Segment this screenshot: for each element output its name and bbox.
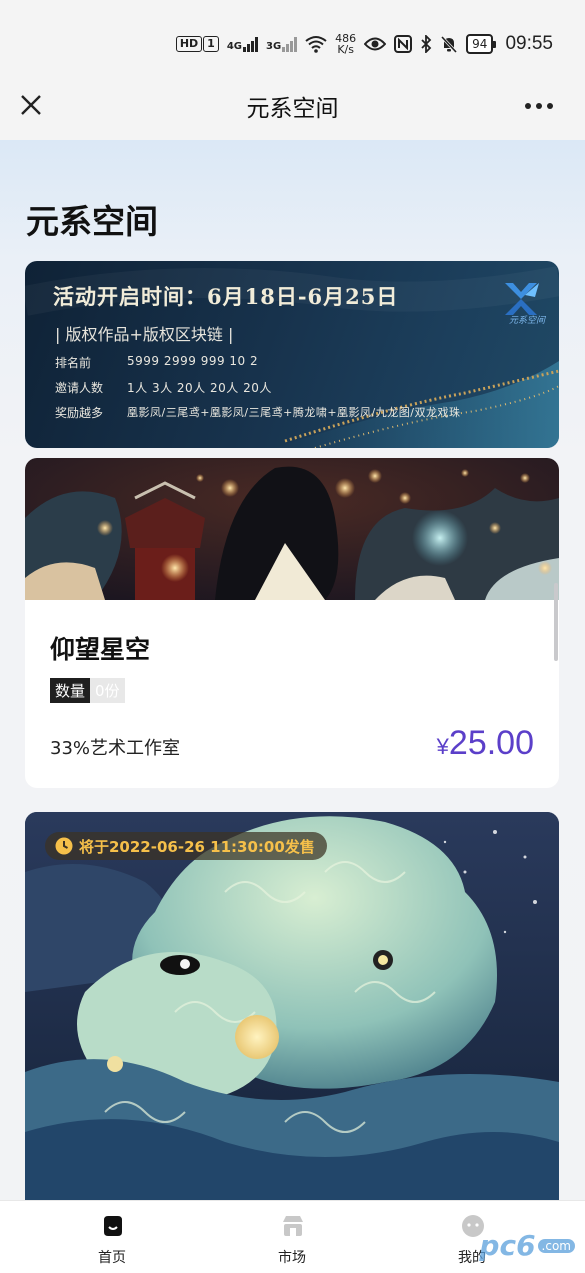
- mute-bell-icon: [441, 35, 458, 53]
- net1-label: 4G: [226, 41, 242, 52]
- scrollbar[interactable]: [554, 583, 558, 661]
- battery-icon: 94: [466, 34, 497, 54]
- banner-row-key: 邀请人数: [55, 381, 104, 395]
- event-banner[interactable]: 活动开启时间：6月18日-6月25日 | 版权作品+版权区块链 | 排名前 59…: [25, 261, 559, 448]
- status-icons: HD 1 4G 3G 486 K/s 94 09:55: [175, 30, 553, 58]
- banner-row-invite: 邀请人数 1人 3人 20人 20人 20人: [55, 379, 272, 396]
- signal-3g-icon: 3G: [266, 36, 298, 52]
- bluetooth-icon: [421, 35, 432, 53]
- market-icon: [283, 1216, 303, 1236]
- nft-card-upcoming[interactable]: 将于2022-06-26 11:30:00发售: [25, 812, 559, 1200]
- brand-logo-text: 元系空间: [508, 316, 545, 326]
- signal-4g-icon: 4G: [227, 36, 258, 52]
- wifi-icon: [305, 36, 327, 53]
- nav-title: 元系空间: [246, 96, 339, 122]
- tab-label: 首页: [98, 1250, 126, 1266]
- sale-time-badge: 将于2022-06-26 11:30:00发售: [45, 832, 327, 860]
- price: ¥25.00: [437, 724, 534, 763]
- watermark-logo: pc6 .com: [479, 1229, 575, 1262]
- banner-row-value: 凰影凤/三尾鸢+凰影凤/三尾鸢+腾龙啸+凰影凤/九龙图/双龙戏珠: [127, 406, 461, 419]
- nft-card[interactable]: 仰望星空 数量 0份 33%艺术工作室 ¥25.00: [25, 458, 559, 788]
- quantity-label: 数量: [50, 678, 91, 703]
- hd-sub-label: 1: [203, 36, 219, 52]
- nfc-icon: [394, 35, 413, 53]
- status-bar: HD 1 4G 3G 486 K/s 94 09:55: [0, 0, 585, 72]
- main-content: 元系空间 活动开启时间：6月18日-6月25日 | 版权作品+版权区块链 | 排…: [0, 140, 585, 1200]
- eye-icon: [364, 37, 387, 51]
- quantity-value: 0份: [90, 678, 125, 703]
- artwork-title: 仰望星空: [50, 635, 151, 664]
- tab-market[interactable]: 市场: [232, 1201, 352, 1273]
- sale-time-text: 将于2022-06-26 11:30:00发售: [79, 837, 315, 856]
- banner-row-key: 排名前: [55, 356, 92, 370]
- tab-home[interactable]: 首页: [52, 1201, 172, 1273]
- artwork-image: [25, 812, 559, 1200]
- speed-unit: K/s: [337, 43, 354, 56]
- banner-row-value: 1人 3人 20人 20人 20人: [127, 381, 272, 395]
- price-amount: 25.00: [448, 724, 534, 762]
- page-title: 元系空间: [26, 202, 158, 241]
- clock: 09:55: [505, 33, 553, 54]
- close-icon[interactable]: [16, 90, 46, 120]
- banner-row-reward: 奖励越多 凰影凤/三尾鸢+凰影凤/三尾鸢+腾龙啸+凰影凤/九龙图/双龙戏珠: [55, 404, 460, 421]
- creator-name: 33%艺术工作室: [50, 738, 181, 759]
- price-currency: ¥: [436, 734, 449, 759]
- bottom-tab-bar: 首页 市场 我的 pc6 .com: [0, 1200, 585, 1273]
- banner-row-key: 奖励越多: [55, 406, 104, 420]
- watermark-text: pc6: [479, 1229, 536, 1262]
- banner-row-rank: 排名前 5999 2999 999 10 2: [55, 354, 258, 371]
- banner-row-value: 5999 2999 999 10 2: [127, 354, 259, 368]
- net2-label: 3G: [266, 41, 282, 52]
- tab-label: 市场: [278, 1250, 306, 1266]
- more-icon[interactable]: [525, 94, 561, 118]
- banner-subtitle: | 版权作品+版权区块链 |: [55, 325, 234, 344]
- hd-label: HD: [175, 36, 203, 52]
- artwork-image: [25, 458, 559, 600]
- hd-indicator: HD 1: [175, 36, 219, 52]
- clock-icon: [55, 837, 73, 855]
- network-speed: 486 K/s: [335, 33, 356, 55]
- home-icon: [104, 1216, 122, 1236]
- nav-bar: 元系空间: [0, 72, 585, 140]
- quantity-badge: 数量 0份: [50, 678, 125, 703]
- banner-heading: 活动开启时间：6月18日-6月25日: [53, 284, 399, 309]
- watermark-sub: .com: [537, 1238, 575, 1253]
